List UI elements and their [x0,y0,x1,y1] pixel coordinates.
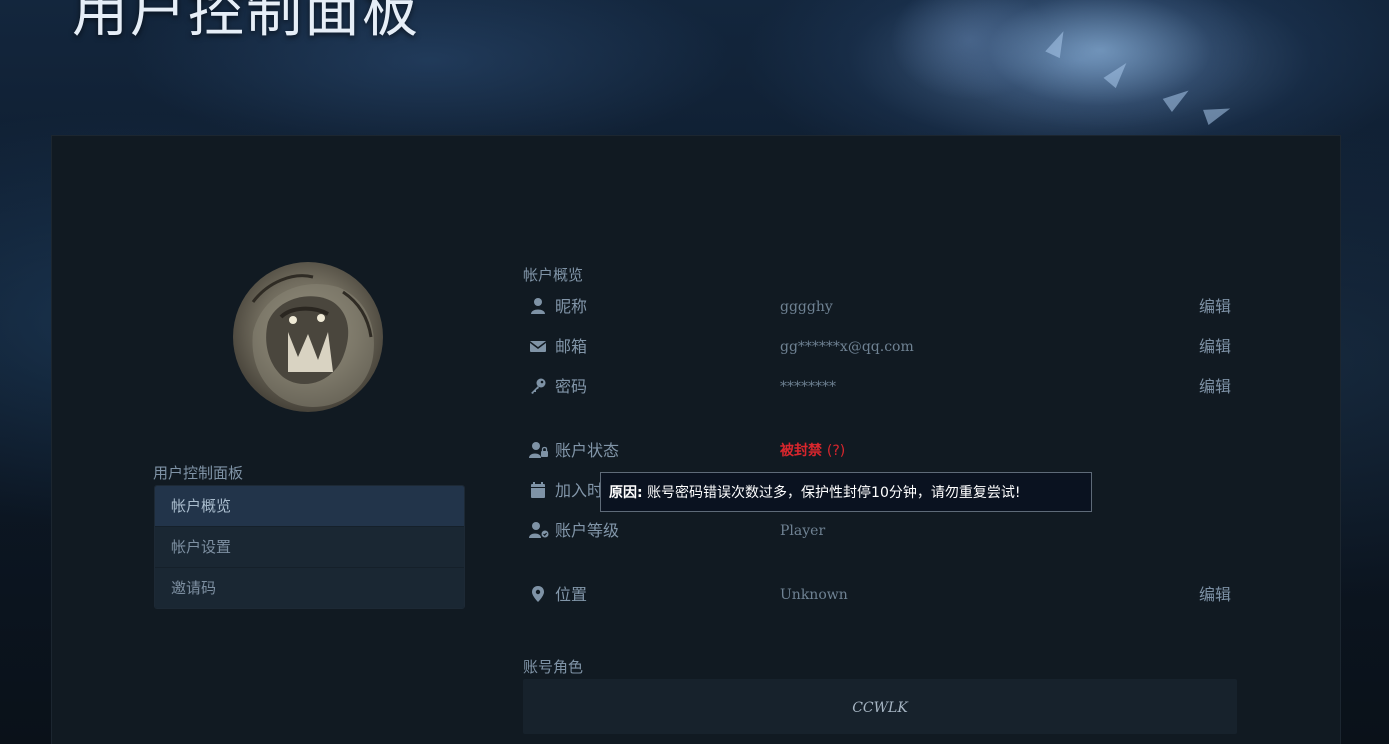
nickname-value: gggghy [780,299,833,315]
sidebar-item-account-settings[interactable]: 帐户设置 [155,527,464,568]
role-name: CCWLK [852,700,908,716]
banner-artwork [850,0,1290,135]
user-icon [529,297,547,315]
tooltip-prefix: 原因: [609,485,643,501]
location-label: 位置 [555,585,588,604]
status-banned-text: 被封禁 [780,443,822,459]
edit-location-button[interactable]: 编辑 [1199,583,1231,607]
location-value: Unknown [780,587,848,603]
envelope-icon [529,337,547,355]
account-level-value: Player [780,523,826,539]
sidebar-item-invite-code[interactable]: 邀请码 [155,568,464,608]
page-title: 用户控制面板 [72,0,420,45]
key-icon [529,377,547,395]
role-item[interactable]: CCWLK [523,679,1237,734]
sidebar-item-account-overview[interactable]: 帐户概览 [155,486,464,527]
account-status-row: 账户状态 被封禁 (?) [529,439,1231,463]
calendar-icon [529,481,547,499]
user-lock-icon [529,441,548,459]
tooltip-text: 账号密码错误次数过多，保护性封停10分钟，请勿重复尝试! [647,485,1021,501]
location-row: 位置 Unknown 编辑 [529,583,1231,607]
edit-email-button[interactable]: 编辑 [1199,335,1231,359]
ban-reason-tooltip: 原因: 账号密码错误次数过多，保护性封停10分钟，请勿重复尝试! [600,472,1092,512]
email-row: 邮箱 gg******x@qq.com 编辑 [529,335,1231,359]
user-badge-icon [529,521,549,539]
nickname-row: 昵称 gggghy 编辑 [529,295,1231,319]
overview-section-title: 帐户概览 [523,266,584,284]
status-help-link[interactable]: (?) [827,443,845,459]
edit-nickname-button[interactable]: 编辑 [1199,295,1231,319]
account-status-value: 被封禁 (?) [780,439,845,463]
password-value: ******** [780,379,836,395]
avatar-image [251,274,374,407]
sidebar-title: 用户控制面板 [153,464,244,482]
join-date-label: 加入时 [555,481,604,500]
nickname-label: 昵称 [555,297,588,316]
account-status-label: 账户状态 [555,441,620,460]
avatar[interactable] [233,262,383,412]
email-label: 邮箱 [555,337,588,356]
account-level-row: 账户等级 Player [529,519,1231,543]
password-label: 密码 [555,377,588,396]
roles-section-title: 账号角色 [523,658,584,676]
email-value: gg******x@qq.com [780,339,914,355]
edit-password-button[interactable]: 编辑 [1199,375,1231,399]
sidebar-nav: 帐户概览 帐户设置 邀请码 [154,485,465,609]
account-level-label: 账户等级 [555,521,620,540]
map-pin-icon [529,585,547,603]
password-row: 密码 ******** 编辑 [529,375,1231,399]
